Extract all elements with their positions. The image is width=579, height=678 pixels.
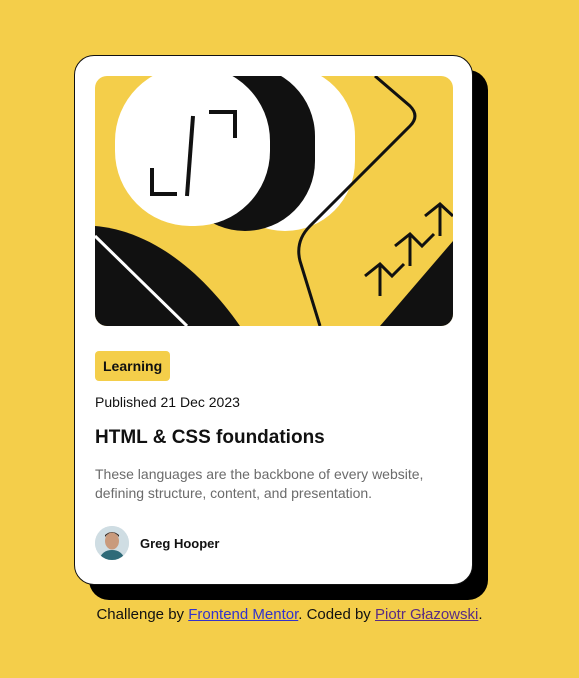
- author: Greg Hooper: [95, 526, 219, 560]
- attribution-prefix: Challenge by: [96, 606, 189, 623]
- author-profile-link[interactable]: Piotr Głazowski: [375, 606, 478, 623]
- attribution-middle: . Coded by: [298, 606, 375, 623]
- author-name: Greg Hooper: [140, 535, 220, 551]
- attribution-suffix: .: [478, 606, 483, 623]
- blog-preview-card: Learning Published 21 Dec 2023 HTML & CSS…: [74, 55, 473, 585]
- frontend-mentor-link[interactable]: Frontend Mentor: [188, 606, 298, 623]
- author-avatar: [95, 526, 129, 560]
- published-label: Published: [95, 394, 157, 410]
- hero-illustration: [95, 76, 453, 326]
- category-tag: Learning: [95, 351, 171, 381]
- published-date: Published 21 Dec 2023: [95, 394, 240, 410]
- attribution: Challenge by Frontend Mentor. Coded by P…: [0, 606, 579, 623]
- card-description: These languages are the backbone of ever…: [95, 466, 424, 501]
- published-date-value: 21 Dec 2023: [160, 394, 240, 410]
- card-title[interactable]: HTML & CSS foundations: [95, 427, 325, 449]
